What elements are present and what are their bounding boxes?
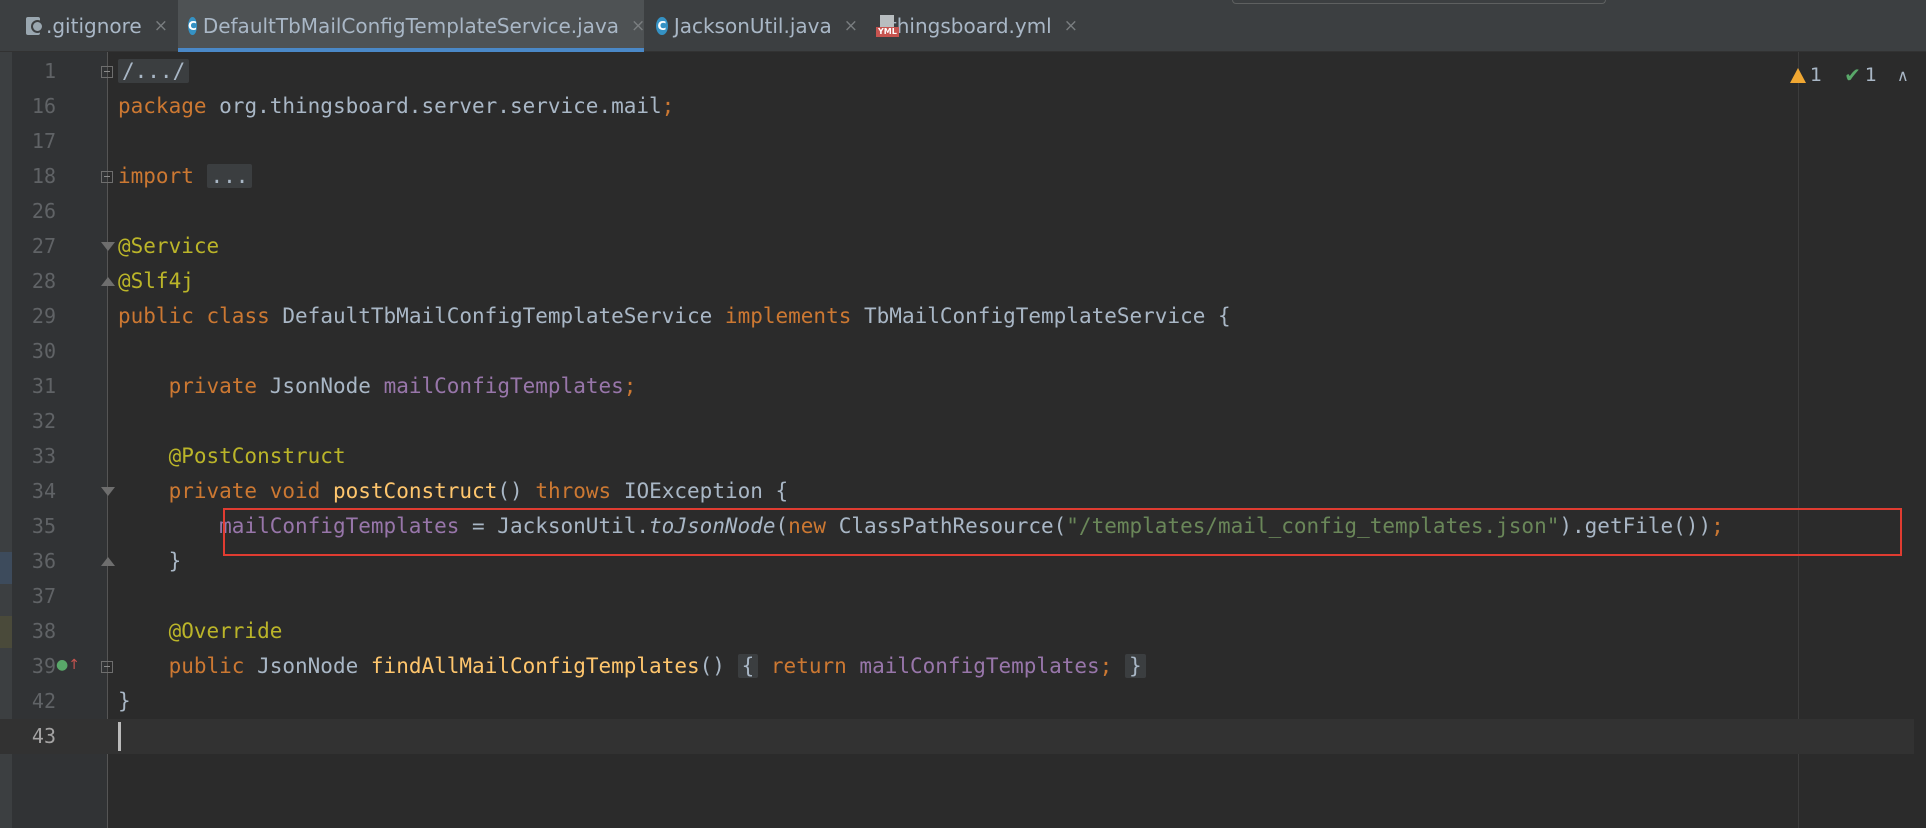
editor-tab-bar: .gitignore × C DefaultTbMailConfigTempla… xyxy=(0,0,1926,52)
close-icon[interactable]: × xyxy=(154,16,168,36)
code-line: 38 @Override xyxy=(0,614,1914,649)
current-code-line[interactable]: 43 xyxy=(0,719,1914,754)
line-number: 33 xyxy=(31,444,56,468)
line-number: 39 xyxy=(31,654,56,678)
code-line: 37 xyxy=(0,579,1914,614)
fold-end-icon[interactable] xyxy=(101,277,115,286)
code-line: 27 @Service xyxy=(0,229,1914,264)
close-icon[interactable]: × xyxy=(1064,16,1078,36)
code-line: 30 xyxy=(0,334,1914,369)
code-line: 16 package org.thingsboard.server.servic… xyxy=(0,89,1914,124)
tab-thingsboard-yml[interactable]: YML thingsboard.yml × xyxy=(866,0,1088,52)
code-line: 33 @PostConstruct xyxy=(0,439,1914,474)
close-icon[interactable]: × xyxy=(631,16,645,36)
fold-end-icon[interactable] xyxy=(101,557,115,566)
code-line: 32 xyxy=(0,404,1914,439)
tab-default-tb-mail-config-template-service[interactable]: C DefaultTbMailConfigTemplateService.jav… xyxy=(178,0,645,52)
code-line: 18 import ... xyxy=(0,159,1914,194)
line-number: 32 xyxy=(31,409,56,433)
code-line: 39 ●↑ public JsonNode findAllMailConfigT… xyxy=(0,649,1914,684)
code-line: 26 xyxy=(0,194,1914,229)
code-line: 17 xyxy=(0,124,1914,159)
line-number: 18 xyxy=(31,164,56,188)
code-line: 29 public class DefaultTbMailConfigTempl… xyxy=(0,299,1914,334)
line-number: 1 xyxy=(43,59,56,83)
java-class-icon: C xyxy=(188,17,197,35)
line-number: 34 xyxy=(31,479,56,503)
line-number: 27 xyxy=(31,234,56,258)
tab-label: DefaultTbMailConfigTemplateService.java xyxy=(202,14,620,38)
fold-collapse-icon[interactable] xyxy=(101,487,115,496)
tab-label: thingsboard.yml xyxy=(888,14,1052,38)
line-number: 28 xyxy=(31,269,56,293)
fold-expand-icon[interactable] xyxy=(101,661,113,673)
line-number: 38 xyxy=(31,619,56,643)
code-line: 28 @Slf4j xyxy=(0,264,1914,299)
line-number: 30 xyxy=(31,339,56,363)
line-number: 16 xyxy=(31,94,56,118)
tab-label: JacksonUtil.java xyxy=(673,14,832,38)
highlight-annotation-box xyxy=(223,508,1902,556)
line-number: 31 xyxy=(31,374,56,398)
line-number: 35 xyxy=(31,514,56,538)
folded-header-comment[interactable]: /.../ xyxy=(118,59,190,83)
ignore-file-icon xyxy=(26,17,44,35)
text-caret xyxy=(118,722,121,751)
code-line: 1 /.../ xyxy=(0,54,1914,89)
line-number: 43 xyxy=(31,724,56,748)
tab-jackson-util[interactable]: C JacksonUtil.java × xyxy=(646,0,868,52)
code-line: 31 private JsonNode mailConfigTemplates; xyxy=(0,369,1914,404)
search-everywhere-box[interactable] xyxy=(1232,0,1606,4)
fold-expand-icon[interactable] xyxy=(101,171,113,183)
java-class-icon: C xyxy=(656,17,668,35)
fold-collapse-icon[interactable] xyxy=(101,242,115,251)
tab-label: .gitignore xyxy=(46,14,142,38)
folded-imports[interactable]: ... xyxy=(206,164,253,188)
line-number: 42 xyxy=(31,689,56,713)
implements-method-icon[interactable]: ●↑ xyxy=(56,657,80,673)
line-number: 17 xyxy=(31,129,56,153)
code-line: 42 } xyxy=(0,684,1914,719)
line-number: 29 xyxy=(31,304,56,328)
fold-expand-icon[interactable] xyxy=(101,66,113,78)
code-line: 34 private void postConstruct() throws I… xyxy=(0,474,1914,509)
tab-gitignore[interactable]: .gitignore × xyxy=(16,0,182,52)
close-icon[interactable]: × xyxy=(844,16,858,36)
yaml-file-icon: YML xyxy=(876,15,899,37)
line-number: 26 xyxy=(31,199,56,223)
line-number: 36 xyxy=(31,549,56,573)
line-number: 37 xyxy=(31,584,56,608)
